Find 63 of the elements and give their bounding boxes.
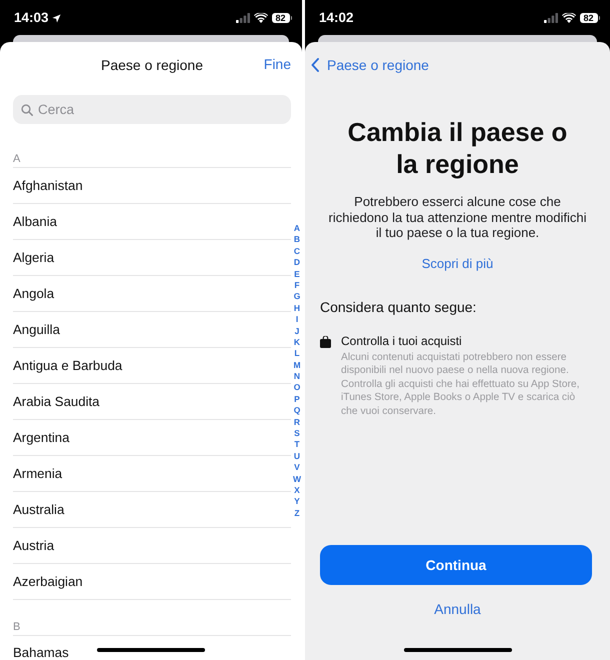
index-letter[interactable]: J [294,326,300,337]
chevron-left-icon [311,58,319,72]
continue-button[interactable]: Continua [320,545,592,585]
country-row[interactable]: Antigua e Barbuda [13,348,291,384]
index-letter[interactable]: D [294,257,300,269]
index-letter[interactable]: E [294,268,300,280]
intro-text: Potrebbero esserci alcune cose che richiedono la tua attenzione mentre modifichi il tuo paese o la tua regione. [328,194,588,240]
index-letter[interactable]: H [294,302,300,314]
page-title: Cambia il paese o la regione [346,116,568,180]
index-letter[interactable]: X [294,484,300,496]
index-letter[interactable]: V [294,462,300,474]
index-letter[interactable]: C [294,246,300,258]
note-title: Controlla i tuoi acquisti [341,334,463,348]
section-header: B [13,600,291,636]
index-letter[interactable]: O [294,382,300,394]
cancel-button[interactable]: Annulla [434,601,481,617]
status-time: 14:02 [319,10,354,26]
country-row[interactable]: Armenia [13,456,291,492]
index-letter[interactable]: Z [294,508,300,520]
signal-icon [544,13,558,23]
wifi-icon [254,13,268,23]
signal-icon [236,13,250,23]
country-row[interactable]: Australia [13,492,291,528]
index-letter[interactable]: K [294,336,300,348]
done-button[interactable]: Fine [264,56,291,72]
country-row[interactable]: Anguilla [13,312,291,348]
country-row[interactable]: Arabia Saudita [13,384,291,420]
index-letter[interactable]: B [294,234,300,246]
index-letter[interactable]: F [294,280,300,292]
status-time: 14:03 [14,10,49,26]
wifi-icon [562,13,576,23]
note-text: Alcuni contenuti acquistati potrebbero non essere disponibili nel nuovo paese o nella nuova regione. Controlla gli acquisti che hai effettuato su App Store, iTunes Store, Apple Books o Apple TV e scarica ciò che vuoi conservare. [341,350,581,418]
index-letter[interactable]: Q [294,405,300,417]
index-letter[interactable]: N [294,371,300,382]
index-letter[interactable]: A [294,223,300,234]
search-icon [21,104,33,116]
section-title: Considera quanto segue: [320,298,478,316]
index-letter[interactable]: P [294,394,300,406]
learn-more-link[interactable]: Scopri di più [422,256,494,270]
country-row[interactable]: Afghanistan [13,168,291,204]
country-row[interactable]: Albania [13,204,291,240]
index-letter[interactable]: S [294,428,300,440]
index-letter[interactable]: U [294,450,300,462]
country-row[interactable]: Azerbaigian [13,564,291,600]
section-header: A [13,132,291,168]
sheet-title: Paese o regione [101,57,203,73]
search-field[interactable]: Cerca [13,95,291,124]
index-letter[interactable]: Y [294,496,300,508]
country-row[interactable]: Austria [13,528,291,564]
index-letter[interactable]: R [294,416,300,428]
shopping-bag-icon [320,336,331,348]
country-row[interactable]: Bahamas [13,636,291,660]
index-letter[interactable]: T [294,439,300,451]
battery-indicator: 82 [272,13,292,23]
index-letter[interactable]: W [292,474,302,485]
country-row[interactable]: Argentina [13,420,291,456]
battery-indicator: 82 [580,13,600,23]
country-row[interactable]: Algeria [13,240,291,276]
index-letter[interactable]: G [294,291,300,303]
index-letter[interactable]: M [293,360,301,372]
country-row[interactable]: Angola [13,276,291,312]
index-letter[interactable]: L [294,348,300,360]
index-letter[interactable]: I [296,314,298,326]
